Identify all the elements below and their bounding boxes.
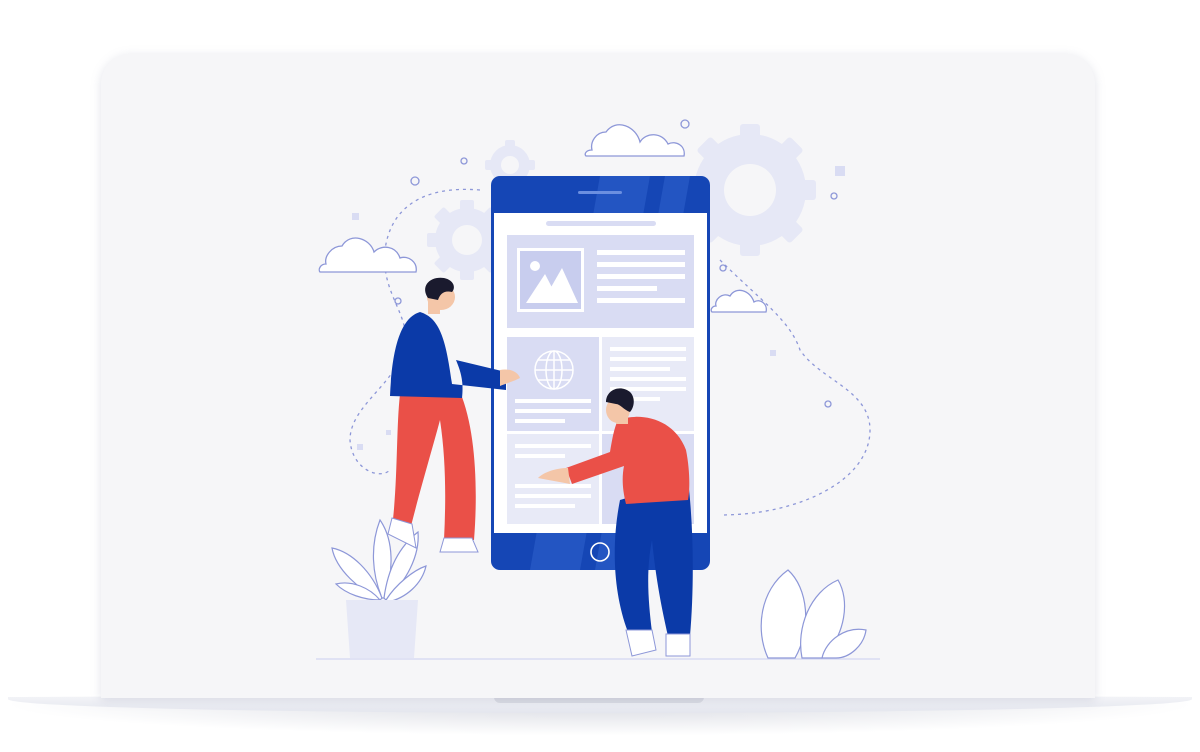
plant-leaves-right	[760, 569, 867, 659]
image-placeholder-icon	[517, 248, 584, 312]
cloud-icon	[318, 237, 417, 273]
laptop-screen	[101, 54, 1095, 698]
app-development-illustration	[316, 119, 880, 660]
globe-icon	[534, 350, 574, 390]
cloud-icon	[584, 124, 685, 157]
cloud-icon	[710, 289, 767, 313]
